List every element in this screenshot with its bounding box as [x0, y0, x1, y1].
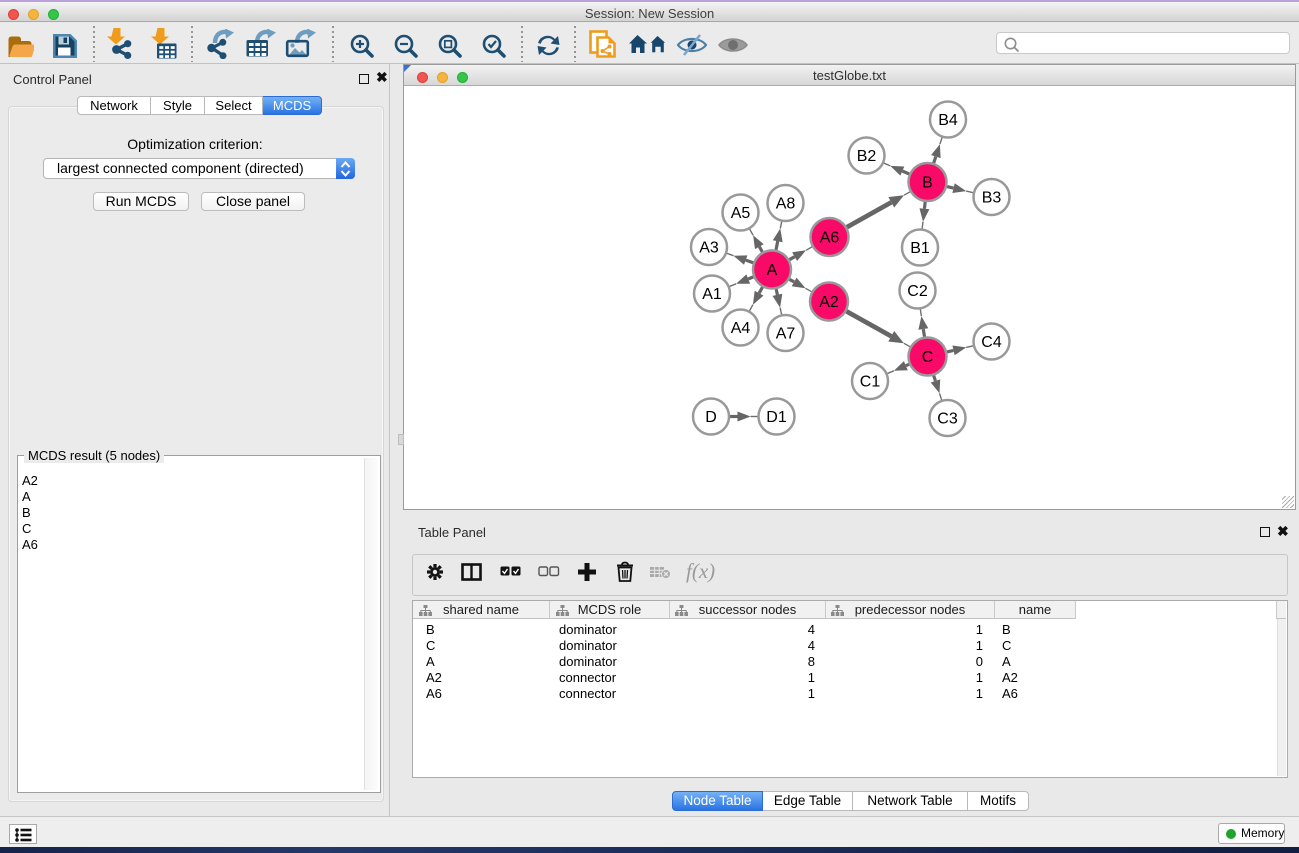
- svg-text:B2: B2: [857, 148, 877, 165]
- svg-text:C: C: [922, 349, 934, 366]
- svg-text:C4: C4: [981, 334, 1002, 351]
- svg-text:A5: A5: [731, 205, 751, 222]
- svg-text:A: A: [767, 262, 778, 279]
- svg-text:A4: A4: [731, 320, 751, 337]
- svg-text:B: B: [922, 175, 933, 192]
- svg-text:B3: B3: [982, 190, 1002, 207]
- svg-text:C2: C2: [907, 283, 928, 300]
- svg-text:B4: B4: [938, 112, 958, 129]
- svg-text:A2: A2: [819, 294, 839, 311]
- svg-text:B1: B1: [910, 240, 930, 257]
- svg-text:A6: A6: [820, 230, 840, 247]
- svg-text:D: D: [705, 409, 717, 426]
- svg-text:A1: A1: [702, 286, 722, 303]
- svg-text:D1: D1: [766, 409, 787, 426]
- svg-text:A3: A3: [699, 240, 719, 257]
- svg-text:C3: C3: [937, 411, 958, 428]
- svg-text:A8: A8: [776, 196, 796, 213]
- svg-text:C1: C1: [860, 374, 881, 391]
- svg-text:A7: A7: [776, 326, 796, 343]
